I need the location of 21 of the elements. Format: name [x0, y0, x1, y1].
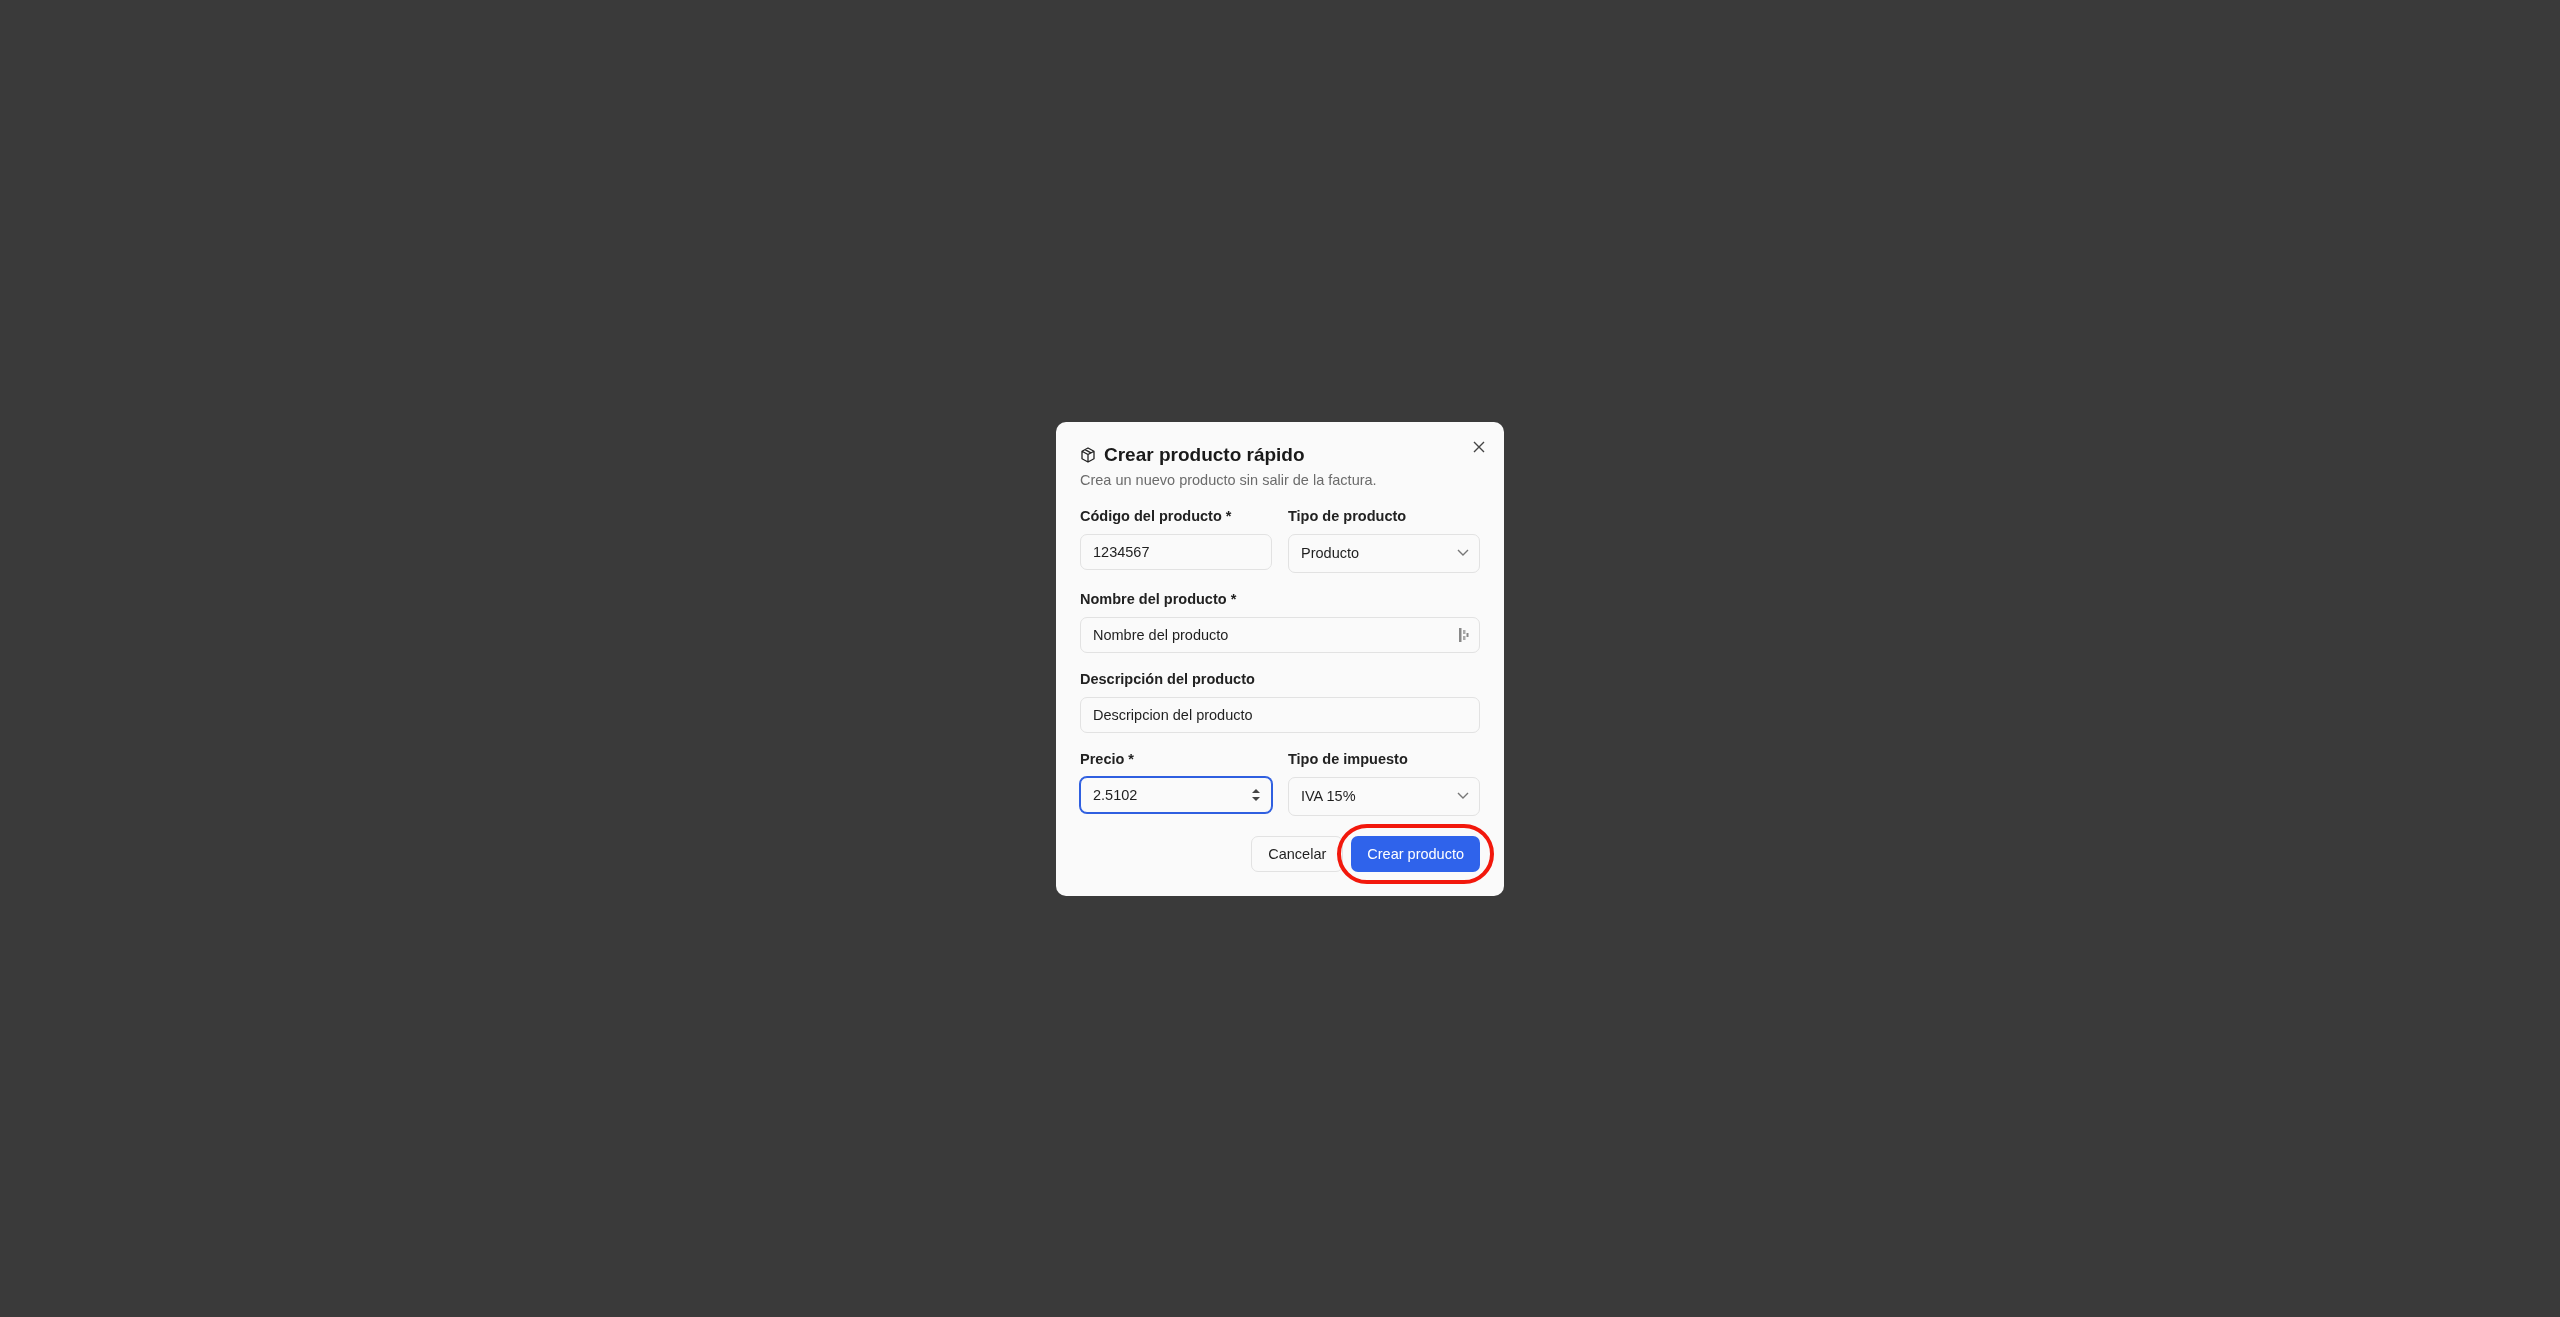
select-field[interactable]: Producto [1288, 533, 1480, 573]
input-field[interactable]: 2.5102 [1080, 776, 1272, 813]
cancel-button[interactable]: Cancelar [1251, 835, 1344, 872]
spinner-icon[interactable] [1251, 787, 1261, 802]
field-label: Precio * [1080, 750, 1135, 767]
select-field[interactable]: IVA 15% [1288, 776, 1480, 816]
autofill-icon[interactable] [1459, 626, 1469, 643]
input-field[interactable]: Nombre del producto [1080, 616, 1480, 653]
create-button[interactable]: Crear producto [1351, 835, 1480, 872]
field-label: Descripción del producto [1080, 670, 1256, 687]
box-icon [1080, 446, 1096, 463]
field-label: Código del producto * [1080, 507, 1233, 524]
input-field[interactable]: Descripcion del producto [1080, 696, 1480, 733]
input-field[interactable]: 1234567 [1080, 533, 1272, 570]
field-label: Nombre del producto * [1080, 590, 1238, 607]
field-label: Tipo de impuesto [1288, 750, 1409, 767]
dialog-description: Crea un nuevo producto sin salir de la factura. [1080, 471, 1378, 488]
dialog-title: Crear producto rápido [1104, 443, 1305, 466]
field-label: Tipo de producto [1288, 507, 1408, 524]
chevron-down-icon [1457, 792, 1469, 800]
chevron-down-icon [1457, 549, 1469, 557]
